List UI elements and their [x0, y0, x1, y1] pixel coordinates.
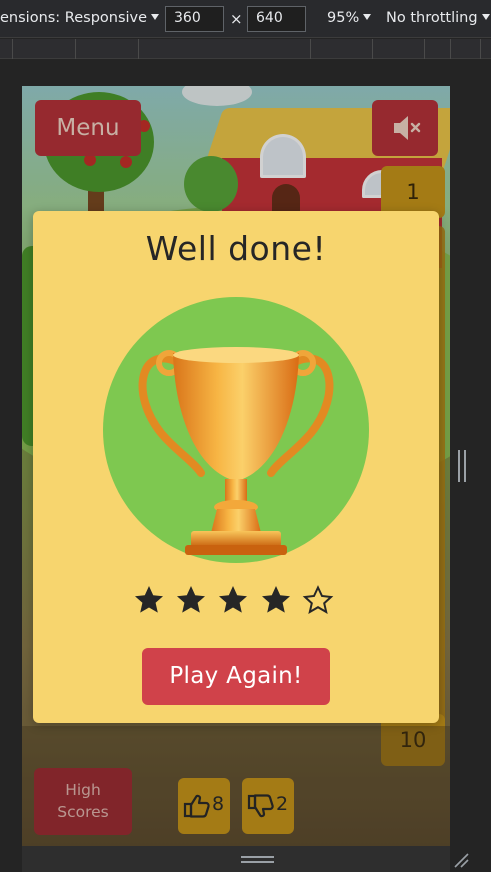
resize-corner-icon[interactable]: [453, 852, 469, 868]
well-done-dialog: Well done! Play Again!: [33, 211, 439, 723]
chevron-down-icon: [363, 14, 372, 20]
chevron-down-icon: [481, 14, 490, 20]
media-query-ruler[interactable]: [0, 39, 491, 59]
star-filled-icon: [135, 586, 163, 613]
dimensions-dropdown[interactable]: ensions: Responsive: [0, 10, 160, 26]
star-empty-icon: [302, 585, 334, 615]
throttling-dropdown[interactable]: No throttling: [386, 10, 490, 26]
star-filled-icon: [262, 586, 290, 613]
resize-handle-bottom[interactable]: [22, 846, 450, 872]
trophy-icon: [138, 347, 334, 555]
device-toolbar: ensions: Responsive 360 × 640 95% No thr…: [0, 0, 491, 38]
width-input[interactable]: 360: [165, 6, 224, 32]
star-filled-icon: [219, 586, 247, 613]
resize-handle-right[interactable]: [458, 450, 466, 482]
height-input[interactable]: 640: [247, 6, 306, 32]
throttling-label: No throttling: [386, 10, 478, 26]
game-viewport: Menu 1 10 High Scores 8 2 Well done! Pla…: [22, 86, 450, 846]
dialog-title: Well done!: [145, 229, 327, 268]
devtools-device-emulator: ensions: Responsive 360 × 640 95% No thr…: [0, 0, 491, 872]
times-separator: ×: [230, 10, 243, 28]
star-rating: [133, 584, 339, 618]
chevron-down-icon: [151, 14, 160, 20]
zoom-label: 95%: [327, 10, 360, 26]
dimensions-label: ensions: Responsive: [0, 10, 148, 26]
zoom-dropdown[interactable]: 95%: [327, 10, 372, 26]
play-again-button[interactable]: Play Again!: [142, 648, 330, 705]
star-filled-icon: [177, 586, 205, 613]
